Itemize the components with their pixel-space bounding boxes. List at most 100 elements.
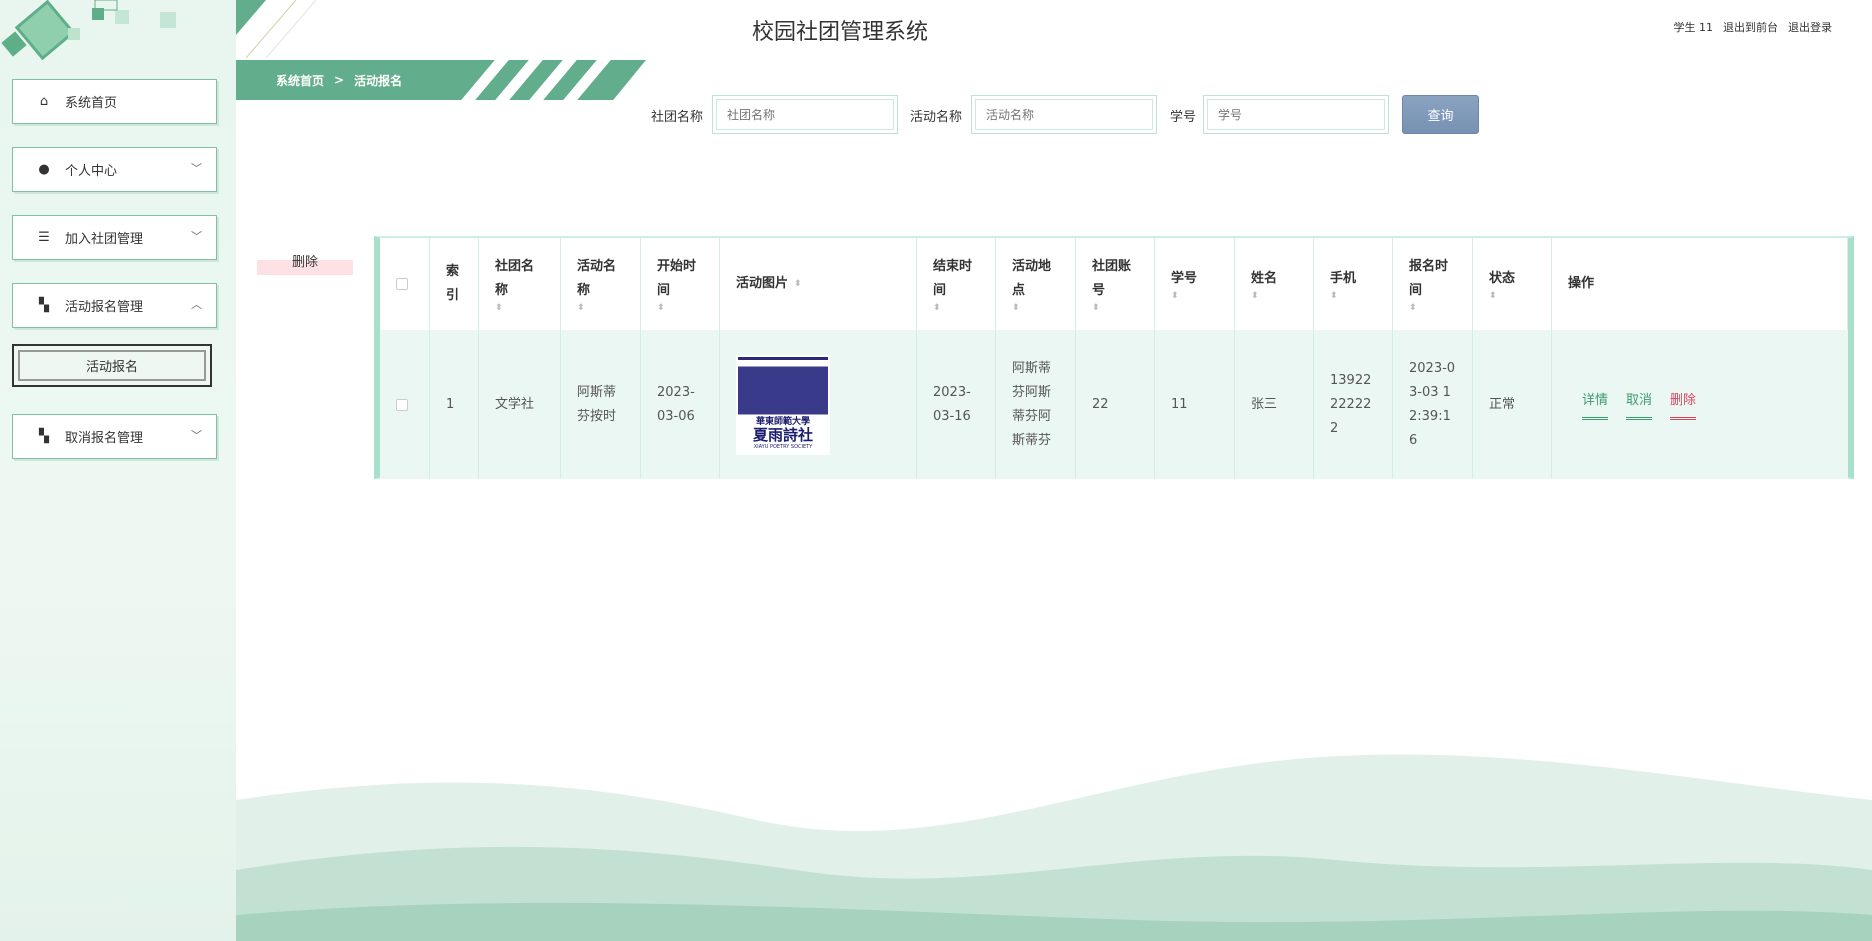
sort-icon[interactable]: ⬍ xyxy=(1489,291,1515,301)
col-header[interactable]: 开始时间 ⬍ xyxy=(641,238,720,330)
header-label: 报名时间 xyxy=(1409,259,1449,298)
sidebar: ⌂ 系统首页 ● 个人中心 ﹀ ☰ 加入社团管理 ﹀ ▚ 活动报名管理 ︿ 活动报名 ▚ 取消报… xyxy=(0,0,236,941)
sort-icon[interactable]: ⬍ xyxy=(1092,303,1138,313)
cell-start: 2023-03-06 xyxy=(641,330,720,479)
col-header[interactable]: 活动名称 ⬍ xyxy=(561,238,641,330)
col-header[interactable]: 结束时间 ⬍ xyxy=(917,238,996,330)
header-label: 结束时间 xyxy=(933,259,973,298)
header-checkbox-cell xyxy=(380,238,430,330)
sort-icon[interactable]: ⬍ xyxy=(1012,303,1059,313)
activity-name-label: 活动名称 xyxy=(910,110,963,125)
col-header[interactable]: 报名时间 ⬍ xyxy=(1393,238,1473,330)
data-table: 索引 社团名称 ⬍ 活动名称 ⬍ 开始时间 ⬍ 活动图片 ⬍ 结束时间 ⬍ 活动地点 ⬍ 社… xyxy=(374,236,1854,479)
cell-club: 文学社 xyxy=(479,330,561,479)
grid-icon: ▚ xyxy=(39,429,49,444)
home-icon: ⌂ xyxy=(39,94,49,109)
col-header[interactable]: 活动地点 ⬍ xyxy=(996,238,1076,330)
breadcrumb-separator: > xyxy=(334,73,345,87)
sort-icon[interactable]: ⬍ xyxy=(1409,303,1456,313)
cell-name: 张三 xyxy=(1235,330,1314,479)
cell-status: 正常 xyxy=(1473,330,1552,479)
sidebar-item-activity-signup[interactable]: ▚ 活动报名管理 ︿ xyxy=(12,283,217,328)
sidebar-item-label: 加入社团管理 xyxy=(65,232,144,247)
cell-actions: 详情 取消 删除 xyxy=(1552,330,1848,479)
student-no-label: 学号 xyxy=(1170,110,1197,125)
cell-location: 阿斯蒂芬阿斯蒂芬阿斯蒂芬 xyxy=(996,330,1076,479)
header-label: 活动图片 xyxy=(736,276,789,291)
sort-icon[interactable]: ⬍ xyxy=(1330,291,1356,301)
col-header: 操作 xyxy=(1552,238,1848,330)
col-header[interactable]: 状态 ⬍ xyxy=(1473,238,1552,330)
sort-icon[interactable]: ⬍ xyxy=(794,279,802,289)
breadcrumb-current: 活动报名 xyxy=(354,73,403,88)
club-name-label: 社团名称 xyxy=(651,110,704,125)
list-icon: ☰ xyxy=(38,230,50,245)
cell-activity: 阿斯蒂芬按时 xyxy=(561,330,641,479)
svg-text:XIAYU POETRY SOCIETY: XIAYU POETRY SOCIETY xyxy=(754,444,813,450)
col-header[interactable]: 社团账号 ⬍ xyxy=(1076,238,1155,330)
header-label: 活动名称 xyxy=(577,259,617,298)
svg-text:夏雨詩社: 夏雨詩社 xyxy=(752,426,813,444)
grid-icon: ▚ xyxy=(39,298,49,313)
search-button[interactable]: 查询 xyxy=(1402,95,1479,134)
col-header[interactable]: 学号 ⬍ xyxy=(1155,238,1235,330)
sort-icon[interactable]: ⬍ xyxy=(657,303,703,313)
sidebar-item-home[interactable]: ⌂ 系统首页 xyxy=(12,79,217,124)
club-name-input[interactable] xyxy=(716,99,894,130)
header-label: 开始时间 xyxy=(657,259,697,298)
breadcrumb-home[interactable]: 系统首页 xyxy=(276,72,324,89)
header-label: 手机 xyxy=(1330,271,1357,286)
cell-signup-time: 2023-03-03 12:39:16 xyxy=(1393,330,1473,479)
chevron-down-icon: ﹀ xyxy=(191,162,202,175)
sidebar-subitem-activity-signup[interactable]: 活动报名 xyxy=(12,344,212,387)
decorative-squares xyxy=(1,0,176,61)
cell-image: 華東師範大學 夏雨詩社 XIAYU POETRY SOCIETY xyxy=(720,330,917,479)
sidebar-item-label: 个人中心 xyxy=(65,164,118,179)
header-label: 社团名称 xyxy=(495,259,535,298)
sidebar-item-label: 系统首页 xyxy=(65,96,118,111)
cancel-button[interactable]: 取消 xyxy=(1626,389,1653,420)
row-checkbox[interactable] xyxy=(396,398,408,411)
sidebar-item-cancel-signup[interactable]: ▚ 取消报名管理 ﹀ xyxy=(12,414,217,459)
header-decoration xyxy=(236,0,317,59)
sort-icon[interactable]: ⬍ xyxy=(933,303,979,313)
delete-button[interactable]: 删除 xyxy=(257,245,353,275)
header-label: 姓名 xyxy=(1251,271,1278,286)
chevron-up-icon: ︿ xyxy=(191,298,202,311)
sidebar-item-personal[interactable]: ● 个人中心 ﹀ xyxy=(12,147,217,192)
cell-index: 1 xyxy=(430,330,479,479)
sidebar-item-join-club[interactable]: ☰ 加入社团管理 ﹀ xyxy=(12,215,217,260)
sort-icon[interactable]: ⬍ xyxy=(1251,291,1277,301)
sort-icon[interactable]: ⬍ xyxy=(577,303,624,313)
header-label: 学号 xyxy=(1171,271,1198,286)
cell-end: 2023-03-16 xyxy=(917,330,996,479)
student-no-input[interactable] xyxy=(1207,99,1385,130)
sort-icon[interactable]: ⬍ xyxy=(495,303,544,313)
row-checkbox-cell xyxy=(380,330,430,479)
col-header: 索引 xyxy=(430,238,479,330)
chevron-down-icon: ﹀ xyxy=(191,429,202,442)
header-label: 活动地点 xyxy=(1012,259,1052,298)
row-delete-button[interactable]: 删除 xyxy=(1670,389,1697,420)
cell-phone: 13922222222 xyxy=(1314,330,1393,479)
col-header[interactable]: 姓名 ⬍ xyxy=(1235,238,1314,330)
select-all-checkbox[interactable] xyxy=(396,278,408,290)
col-header[interactable]: 社团名称 ⬍ xyxy=(479,238,561,330)
chevron-down-icon: ﹀ xyxy=(191,230,202,243)
sidebar-item-label: 活动报名管理 xyxy=(65,300,144,315)
detail-button[interactable]: 详情 xyxy=(1582,389,1609,420)
sidebar-item-label: 取消报名管理 xyxy=(65,431,144,446)
activity-name-input[interactable] xyxy=(975,99,1153,130)
logout-link[interactable]: 退出登录 xyxy=(1788,19,1832,35)
sort-icon[interactable]: ⬍ xyxy=(1171,291,1197,301)
col-header[interactable]: 手机 ⬍ xyxy=(1314,238,1393,330)
header-label: 索引 xyxy=(446,264,460,303)
page-title: 校园社团管理系统 xyxy=(751,20,928,45)
col-header[interactable]: 活动图片 ⬍ xyxy=(720,238,917,330)
header-label: 社团账号 xyxy=(1092,259,1132,298)
back-to-front-link[interactable]: 退出到前台 xyxy=(1723,19,1778,35)
poetry-society-logo: 華東師範大學夏雨詩社XIAYU POETRY SOCIETY xyxy=(752,415,813,450)
username: 学生 11 xyxy=(1673,21,1714,34)
header-label: 状态 xyxy=(1489,271,1516,286)
user-icon: ● xyxy=(38,162,50,177)
